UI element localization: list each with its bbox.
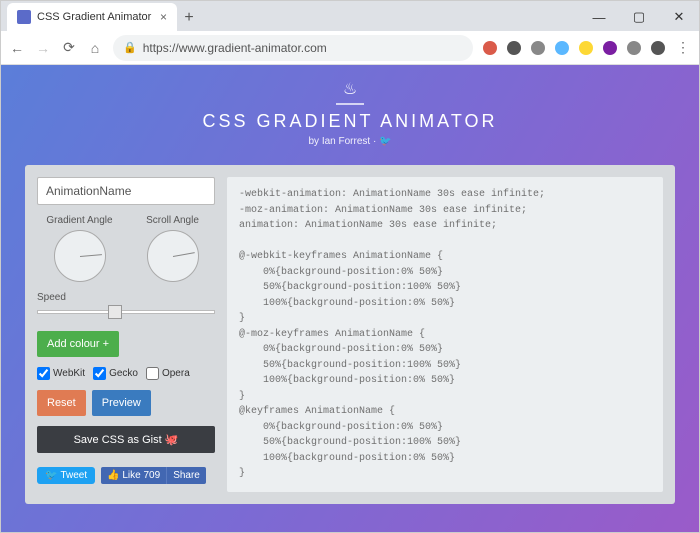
speed-label: Speed xyxy=(37,292,215,303)
extension-icon[interactable] xyxy=(651,41,665,55)
byline-sep: · xyxy=(370,136,379,147)
window-controls: — ▢ ✕ xyxy=(579,3,699,31)
gradient-angle-dial[interactable] xyxy=(54,230,106,282)
extension-icon[interactable] xyxy=(507,41,521,55)
byline-pre: by xyxy=(308,136,321,147)
webkit-checkbox[interactable]: WebKit xyxy=(37,367,85,380)
prefix-checkboxes: WebKit Gecko Opera xyxy=(37,367,215,380)
speed-slider[interactable] xyxy=(37,303,215,321)
titlebar: CSS Gradient Animator × + — ▢ ✕ xyxy=(1,1,699,31)
extension-icons xyxy=(483,41,665,55)
favicon-icon xyxy=(17,10,31,24)
speed-group: Speed xyxy=(37,292,215,321)
home-button[interactable]: ⌂ xyxy=(87,40,103,56)
gecko-checkbox-input[interactable] xyxy=(93,367,106,380)
fb-like-label: Like 709 xyxy=(122,470,160,481)
fb-like-button[interactable]: 👍 Like 709 xyxy=(101,467,166,484)
controls-column: Gradient Angle Scroll Angle Speed Ad xyxy=(37,177,215,492)
byline: by Ian Forrest · 🐦 xyxy=(1,136,699,147)
url-text: https://www.gradient-animator.com xyxy=(143,41,327,55)
preview-button[interactable]: Preview xyxy=(92,390,151,416)
extension-icon[interactable] xyxy=(603,41,617,55)
back-button[interactable]: ← xyxy=(9,40,25,56)
fb-share-button[interactable]: Share xyxy=(166,467,206,484)
add-colour-button[interactable]: Add colour + xyxy=(37,331,119,357)
new-tab-button[interactable]: + xyxy=(177,9,201,31)
page-content: ♨ CSS GRADIENT ANIMATOR by Ian Forrest ·… xyxy=(1,65,699,532)
github-icon: 🐙 xyxy=(165,434,179,446)
scroll-angle-dial[interactable] xyxy=(147,230,199,282)
gist-label: Save CSS as Gist xyxy=(74,434,165,446)
close-icon[interactable]: × xyxy=(160,10,167,24)
gradient-angle-label: Gradient Angle xyxy=(37,215,122,226)
tweet-button[interactable]: 🐦Tweet xyxy=(37,467,95,484)
opera-checkbox[interactable]: Opera xyxy=(146,367,190,380)
angle-row: Gradient Angle Scroll Angle xyxy=(37,215,215,282)
tab-title: CSS Gradient Animator xyxy=(37,11,154,23)
close-window-button[interactable]: ✕ xyxy=(659,3,699,31)
tweet-bird-icon: 🐦 xyxy=(45,470,57,481)
gradient-angle-col: Gradient Angle xyxy=(37,215,122,282)
tweet-label: Tweet xyxy=(60,470,87,481)
hero: ♨ CSS GRADIENT ANIMATOR by Ian Forrest ·… xyxy=(1,65,699,157)
scroll-angle-col: Scroll Angle xyxy=(130,215,215,282)
page-title: CSS GRADIENT ANIMATOR xyxy=(1,111,699,132)
opera-checkbox-input[interactable] xyxy=(146,367,159,380)
reload-button[interactable]: ⟳ xyxy=(61,39,77,56)
extension-icon[interactable] xyxy=(555,41,569,55)
twitter-icon[interactable]: 🐦 xyxy=(379,136,391,147)
webkit-label: WebKit xyxy=(53,368,85,379)
flame-icon: ♨ xyxy=(1,79,699,99)
extension-icon[interactable] xyxy=(483,41,497,55)
browser-tab[interactable]: CSS Gradient Animator × xyxy=(7,3,177,31)
url-input[interactable]: 🔒 https://www.gradient-animator.com xyxy=(113,35,473,61)
gecko-checkbox[interactable]: Gecko xyxy=(93,367,138,380)
facebook-buttons: 👍 Like 709 Share xyxy=(101,467,206,484)
scroll-angle-label: Scroll Angle xyxy=(130,215,215,226)
extension-icon[interactable] xyxy=(579,41,593,55)
social-row: 🐦Tweet 👍 Like 709 Share xyxy=(37,467,215,484)
opera-label: Opera xyxy=(162,368,190,379)
extension-icon[interactable] xyxy=(627,41,641,55)
hero-rule xyxy=(336,103,364,105)
action-buttons: Reset Preview xyxy=(37,390,215,416)
webkit-checkbox-input[interactable] xyxy=(37,367,50,380)
lock-icon: 🔒 xyxy=(123,41,137,54)
css-output[interactable]: -webkit-animation: AnimationName 30s eas… xyxy=(227,177,663,492)
browser-window: CSS Gradient Animator × + — ▢ ✕ ← → ⟳ ⌂ … xyxy=(0,0,700,533)
slider-thumb[interactable] xyxy=(108,305,122,319)
animation-name-input[interactable] xyxy=(37,177,215,205)
menu-button[interactable]: ⋮ xyxy=(675,39,691,56)
minimize-button[interactable]: — xyxy=(579,3,619,31)
author-link[interactable]: Ian Forrest xyxy=(322,136,370,147)
main-panel: Gradient Angle Scroll Angle Speed Ad xyxy=(25,165,675,504)
reset-button[interactable]: Reset xyxy=(37,390,86,416)
save-gist-button[interactable]: Save CSS as Gist 🐙 xyxy=(37,426,215,453)
extension-icon[interactable] xyxy=(531,41,545,55)
address-bar: ← → ⟳ ⌂ 🔒 https://www.gradient-animator.… xyxy=(1,31,699,65)
slider-track xyxy=(37,310,215,314)
forward-button[interactable]: → xyxy=(35,40,51,56)
gecko-label: Gecko xyxy=(109,368,138,379)
maximize-button[interactable]: ▢ xyxy=(619,3,659,31)
